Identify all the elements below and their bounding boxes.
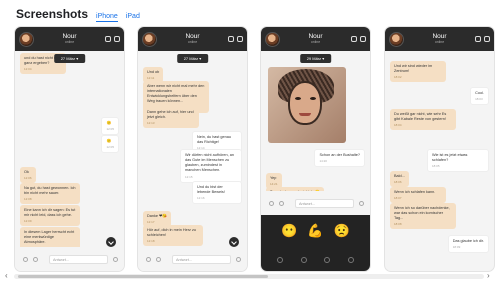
emoji-category-icon[interactable] <box>300 257 307 263</box>
avatar <box>265 31 280 47</box>
contact-status: online <box>310 40 321 44</box>
emoji-panel: 😶 💪 😟 <box>261 215 370 271</box>
avatar <box>142 31 157 47</box>
message-bubble: 🙂 12:05 <box>101 135 119 154</box>
attach-icon[interactable] <box>33 257 38 262</box>
message-bubble: Bald... 18:06 <box>390 171 409 188</box>
chat-header: Nour online <box>138 27 247 51</box>
attach-icon[interactable] <box>279 201 284 206</box>
message-bubble: Hör auf, dich in mein Herz zu schleichen… <box>143 225 203 247</box>
message-list: und du hast nicht mit ganz ergeben? 12:04… <box>15 53 124 254</box>
composer: Antwort... <box>261 191 370 215</box>
message-input[interactable]: Antwort... <box>172 255 231 264</box>
message-bubble: Wie ist es jetzt etwas schlafen? 18:05 <box>427 149 489 173</box>
emoji-icon[interactable] <box>146 257 151 262</box>
contacts-icon <box>475 36 481 42</box>
message-list: Und ob 12:11 Aber wenn wir nicht mal mehr… <box>138 53 247 249</box>
message-bubble: Wenn ich schlafen kann. 18:07 <box>390 187 446 204</box>
chat-header: Nour online <box>15 27 124 51</box>
attach-icon[interactable] <box>156 257 161 262</box>
emoji-category-icon[interactable] <box>347 257 354 263</box>
scroll-down-icon[interactable] <box>229 237 239 247</box>
composer: Antwort... <box>15 247 124 271</box>
message-bubble: Na gut, du hast gewonnen. Ich bin nicht … <box>20 183 80 205</box>
message-bubble: Und wir sind wieder im Zentrum! 18:02 <box>390 61 446 83</box>
emoji-option[interactable]: 💪 <box>307 223 323 239</box>
screenshot-strip[interactable]: Nour online und du hast nicht mit ganz e… <box>0 26 497 274</box>
scroll-right-icon[interactable]: › <box>487 272 490 280</box>
message-bubble: 🙂 12:05 <box>101 117 119 136</box>
camera-icon[interactable] <box>359 201 364 206</box>
section-title: Screenshots <box>16 7 89 21</box>
message-bubble: Ok 12:06 <box>20 167 36 184</box>
message-bubble: Eine kann ich dir sagen: Es tut mir nich… <box>20 205 80 227</box>
contacts-icon <box>105 36 111 42</box>
avatar <box>19 31 34 47</box>
chat-header: Nour online <box>385 27 494 51</box>
message-bubble: Dann gehe ich auf, hier und jetzt gleich… <box>143 107 199 129</box>
chat-header: Nour online <box>261 27 370 51</box>
composer: Antwort... <box>138 247 247 271</box>
avatar <box>389 31 404 47</box>
emoji-category-icon[interactable] <box>277 257 283 263</box>
message-bubble: Wenn ich so darüber nachdenke, war das s… <box>390 203 456 230</box>
message-bubble: Du weißt gar nicht, wie sehr Es gibt Kab… <box>390 109 456 131</box>
menu-icon <box>484 36 490 42</box>
emoji-option[interactable]: 😶 <box>281 223 297 239</box>
menu-icon <box>237 36 243 42</box>
horizontal-scrollbar[interactable] <box>14 274 484 279</box>
message-input[interactable]: Antwort... <box>295 199 354 208</box>
tab-ipad[interactable]: iPad <box>126 13 140 20</box>
message-list: Und wir sind wieder im Zentrum! 18:02 Coo… <box>385 53 494 254</box>
screenshot-4[interactable]: Nour online Und wir sind wieder im Zentr… <box>384 26 495 272</box>
message-bubble: Cool. 18:03 <box>470 87 489 106</box>
message-input[interactable]: Antwort... <box>49 255 108 264</box>
menu-icon <box>114 36 120 42</box>
scroll-left-icon[interactable]: ‹ <box>5 272 8 280</box>
emoji-option[interactable]: 😟 <box>334 223 350 239</box>
message-bubble: Das glaube ich dir. 18:09 <box>447 235 489 254</box>
tab-iphone[interactable]: iPhone <box>96 13 118 22</box>
message-bubble: Und du bist der lebende Beweis! 12:16 <box>192 181 242 205</box>
date-pill[interactable]: 27 März ▾ <box>176 54 209 63</box>
emoji-icon[interactable] <box>269 201 274 206</box>
menu-icon <box>360 36 366 42</box>
screenshots-header: Screenshots iPhone iPad <box>16 7 140 23</box>
camera-icon[interactable] <box>236 257 241 262</box>
message-bubble: Wir dürfen nicht aufhören, an das Gute i… <box>180 149 242 183</box>
contact-status: online <box>64 40 75 44</box>
emoji-category-icon[interactable] <box>324 257 331 263</box>
screenshot-3[interactable]: Nour online 29 März ▾ Schon an der Busha… <box>260 26 371 272</box>
screenshot-2[interactable]: Nour online Und ob 12:11 Aber wenn wir ni… <box>137 26 248 272</box>
date-pill[interactable]: 27 März ▾ <box>53 54 86 63</box>
message-bubble: Schon an der Bushalte? 14:20 <box>314 149 365 168</box>
contacts-icon <box>228 36 234 42</box>
screenshot-1[interactable]: Nour online und du hast nicht mit ganz e… <box>14 26 125 272</box>
contact-status: online <box>434 40 445 44</box>
scrollbar-thumb[interactable] <box>18 275 268 278</box>
emoji-icon[interactable] <box>23 257 28 262</box>
contact-status: online <box>187 40 198 44</box>
scroll-down-icon[interactable] <box>106 237 116 247</box>
camera-icon[interactable] <box>113 257 118 262</box>
contacts-icon <box>351 36 357 42</box>
